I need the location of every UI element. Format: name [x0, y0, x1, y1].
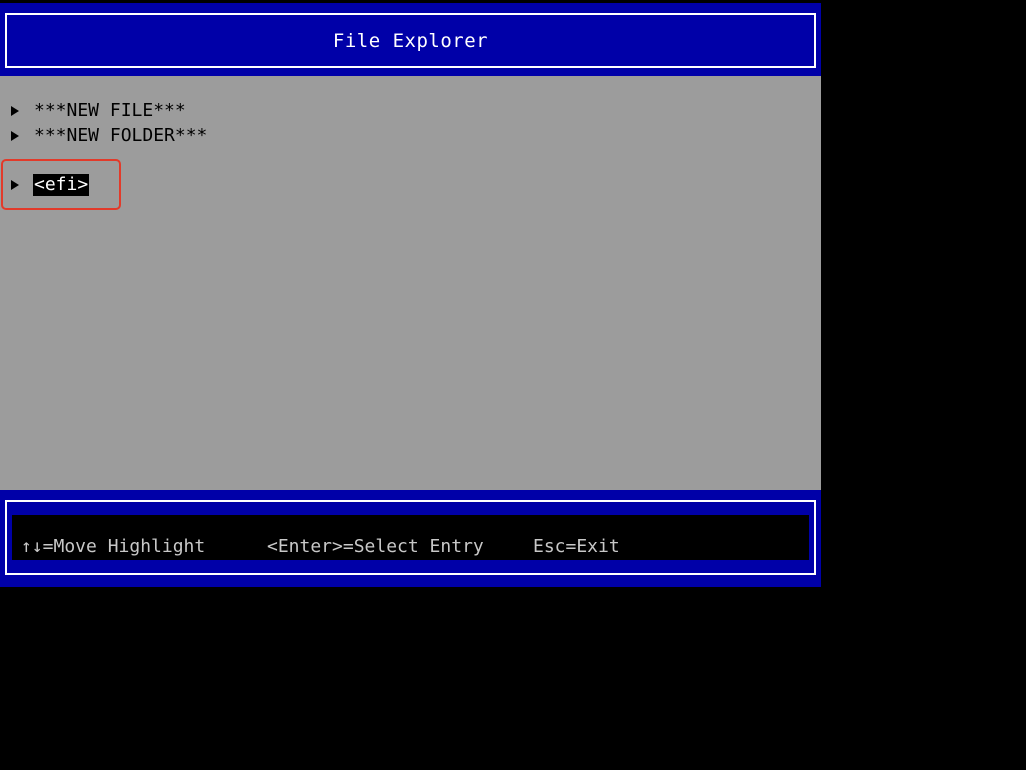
- screen: File Explorer ***NEW FILE*** ***NEW FOLD…: [0, 0, 1026, 770]
- triangle-right-icon: [11, 106, 19, 116]
- header-frame: File Explorer: [5, 13, 816, 68]
- page-title: File Explorer: [332, 29, 489, 52]
- help-frame: ↑↓=Move Highlight <Enter>=Select Entry E…: [5, 500, 816, 575]
- entry-efi-folder[interactable]: <efi>: [8, 173, 90, 197]
- triangle-right-icon: [11, 180, 19, 190]
- entry-label: ***NEW FILE***: [34, 100, 186, 121]
- hint-exit: Esc=Exit: [533, 536, 620, 557]
- file-list: ***NEW FILE*** ***NEW FOLDER*** <efi>: [0, 76, 821, 490]
- entry-label: ***NEW FOLDER***: [34, 125, 208, 146]
- hint-select-entry: <Enter>=Select Entry: [267, 536, 484, 557]
- help-bar: ↑↓=Move Highlight <Enter>=Select Entry E…: [0, 490, 821, 587]
- entry-new-folder[interactable]: ***NEW FOLDER***: [8, 124, 208, 148]
- triangle-right-icon: [11, 131, 19, 141]
- entry-label: <efi>: [33, 174, 90, 196]
- hint-move-highlight: ↑↓=Move Highlight: [21, 536, 206, 557]
- entry-new-file[interactable]: ***NEW FILE***: [8, 99, 187, 123]
- file-explorer-window: File Explorer ***NEW FILE*** ***NEW FOLD…: [0, 0, 821, 587]
- header-bar: File Explorer: [0, 3, 821, 76]
